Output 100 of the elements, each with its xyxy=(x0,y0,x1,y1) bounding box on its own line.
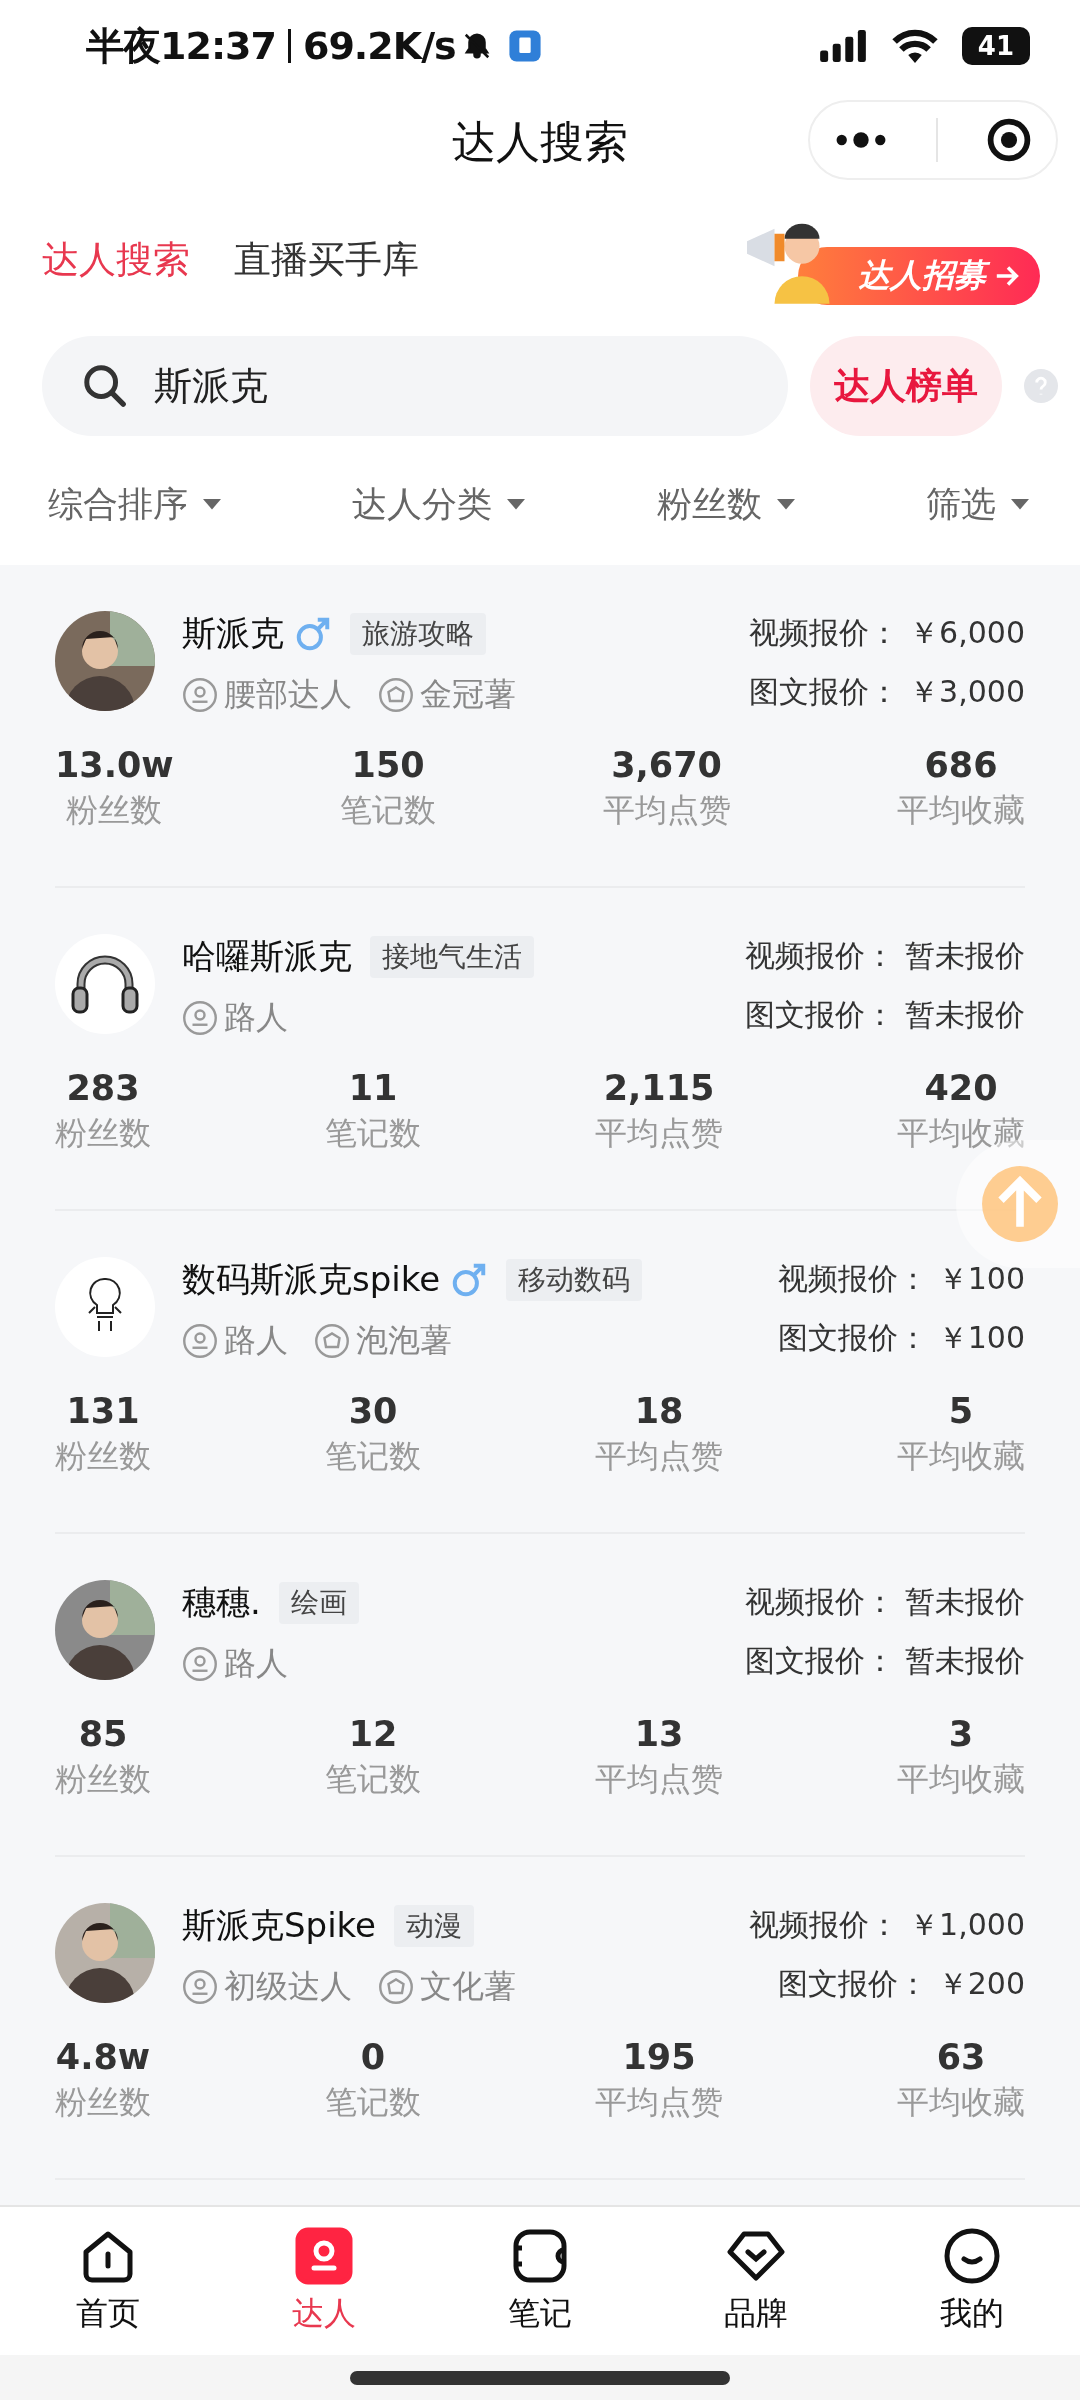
page-title: 达人搜索 xyxy=(452,114,628,169)
more-icon[interactable] xyxy=(834,131,888,149)
badge-label: 文化薯 xyxy=(420,1966,516,2007)
stat-label: 粉丝数 xyxy=(55,2082,151,2123)
price-label: 视频报价： xyxy=(745,937,895,975)
crown-circle-icon xyxy=(314,1323,350,1359)
stat-value: 63 xyxy=(936,2037,986,2077)
badge-label: 路人 xyxy=(224,997,288,1038)
stat-value: 13 xyxy=(634,1714,684,1754)
stat-value: 13.0w xyxy=(55,745,174,785)
price-label: 视频报价： xyxy=(749,614,900,652)
crown-circle-icon xyxy=(378,1969,414,2005)
price-label: 图文报价： xyxy=(745,1642,895,1680)
price-value: ￥1,000 xyxy=(909,1906,1025,1944)
price-label: 视频报价： xyxy=(777,1260,928,1298)
caret-icon xyxy=(1010,498,1030,511)
stat-value: 686 xyxy=(924,745,998,785)
status-time: 半夜12:37 xyxy=(86,22,276,70)
stat-label: 粉丝数 xyxy=(55,1759,151,1800)
filter-dropdown[interactable]: 粉丝数 xyxy=(656,481,796,528)
search-input[interactable]: 斯派克 xyxy=(152,363,656,409)
stat-value: 12 xyxy=(348,1714,398,1754)
nav-tab[interactable]: 品牌 xyxy=(676,2226,836,2336)
stat-value: 0 xyxy=(360,2037,386,2077)
stat-label: 平均收藏 xyxy=(897,1436,1025,1477)
category-tag: 移动数码 xyxy=(506,1259,643,1301)
app-icon xyxy=(507,29,542,63)
stat-value: 283 xyxy=(66,1068,140,1108)
creator-name[interactable]: 斯派克Spike xyxy=(182,1903,376,1949)
stat-label: 平均收藏 xyxy=(897,2082,1025,2123)
price-label: 图文报价： xyxy=(745,996,895,1034)
creator-name[interactable]: 哈囉斯派克 xyxy=(182,934,352,980)
stat-label: 粉丝数 xyxy=(55,1113,151,1154)
price-value: ￥100 xyxy=(937,1260,1025,1298)
badge-label: 路人 xyxy=(224,1643,288,1684)
nav-tab[interactable]: 首页 xyxy=(28,2226,188,2336)
filter-dropdown[interactable]: 达人分类 xyxy=(352,481,527,528)
badge-label: 路人 xyxy=(224,1320,288,1361)
person-circle-icon xyxy=(182,1969,218,2005)
nav-tab[interactable]: 笔记 xyxy=(460,2226,620,2336)
stat-label: 粉丝数 xyxy=(55,1436,151,1477)
stat-label: 笔记数 xyxy=(325,1436,421,1477)
creator-name[interactable]: 数码斯派克spike xyxy=(182,1257,441,1303)
price-value: ￥100 xyxy=(937,1319,1025,1357)
caret-icon xyxy=(775,498,796,511)
filter-dropdown[interactable]: 筛选 xyxy=(926,481,1030,528)
stat-label: 笔记数 xyxy=(340,790,437,831)
caret-icon xyxy=(506,498,527,511)
stat-label: 笔记数 xyxy=(325,2082,421,2123)
category-tag: 动漫 xyxy=(394,1905,474,1947)
creator-name[interactable]: 斯派克 xyxy=(182,611,284,657)
filter-dropdown[interactable]: 综合排序 xyxy=(48,481,222,528)
wifi-icon xyxy=(891,29,938,63)
price-label: 图文报价： xyxy=(749,673,900,711)
stat-label: 平均收藏 xyxy=(897,1113,1025,1154)
nav-tab[interactable]: 我的 xyxy=(892,2226,1052,2336)
creator-name[interactable]: 穗穗. xyxy=(182,1580,261,1626)
search-field[interactable]: 斯派克 xyxy=(42,336,788,436)
price-value: 暂未报价 xyxy=(905,1642,1025,1680)
crown-circle-icon xyxy=(378,677,414,713)
stat-value: 4.8w xyxy=(55,2037,151,2077)
stat-value: 30 xyxy=(348,1391,398,1431)
badge-label: 腰部达人 xyxy=(224,674,352,715)
caret-icon xyxy=(202,498,222,511)
stat-label: 平均收藏 xyxy=(896,790,1025,831)
lightbulb-sketch-icon xyxy=(55,1257,155,1357)
stat-label: 笔记数 xyxy=(325,1759,421,1800)
status-separator xyxy=(287,29,291,63)
category-tag: 旅游攻略 xyxy=(350,613,486,655)
price-label: 视频报价： xyxy=(749,1906,900,1944)
signal-icon xyxy=(817,30,868,62)
price-label: 视频报价： xyxy=(745,1583,895,1621)
stat-value: 3,670 xyxy=(611,745,722,785)
stat-label: 平均点赞 xyxy=(595,1113,723,1154)
stat-value: 150 xyxy=(351,745,425,785)
person-circle-icon xyxy=(182,1646,218,1682)
ranking-button[interactable]: 达人榜单 xyxy=(810,336,1002,436)
close-target-icon[interactable] xyxy=(986,117,1032,163)
price-value: 暂未报价 xyxy=(905,1583,1025,1621)
stat-value: 420 xyxy=(924,1068,998,1108)
stat-value: 195 xyxy=(622,2037,696,2077)
price-value: 暂未报价 xyxy=(905,996,1025,1034)
stat-value: 18 xyxy=(634,1391,684,1431)
person-circle-icon xyxy=(182,677,218,713)
nav-tab[interactable]: 达人 xyxy=(244,2226,404,2336)
stat-value: 3 xyxy=(948,1714,974,1754)
person-square-icon xyxy=(294,2226,354,2286)
stat-value: 2,115 xyxy=(603,1068,715,1108)
price-value: ￥6,000 xyxy=(909,614,1025,652)
stat-value: 85 xyxy=(78,1714,128,1754)
stat-label: 粉丝数 xyxy=(66,790,163,831)
stat-value: 11 xyxy=(348,1068,398,1108)
battery-icon: 41 xyxy=(961,27,1030,65)
category-tag: 绘画 xyxy=(278,1582,359,1624)
stat-label: 平均点赞 xyxy=(595,1436,723,1477)
tab[interactable]: 达人搜索 xyxy=(42,235,190,285)
price-value: ￥200 xyxy=(937,1965,1025,2003)
tab[interactable]: 直播买手库 xyxy=(234,235,419,285)
badge-label: 初级达人 xyxy=(224,1966,352,2007)
price-label: 图文报价： xyxy=(777,1319,928,1357)
